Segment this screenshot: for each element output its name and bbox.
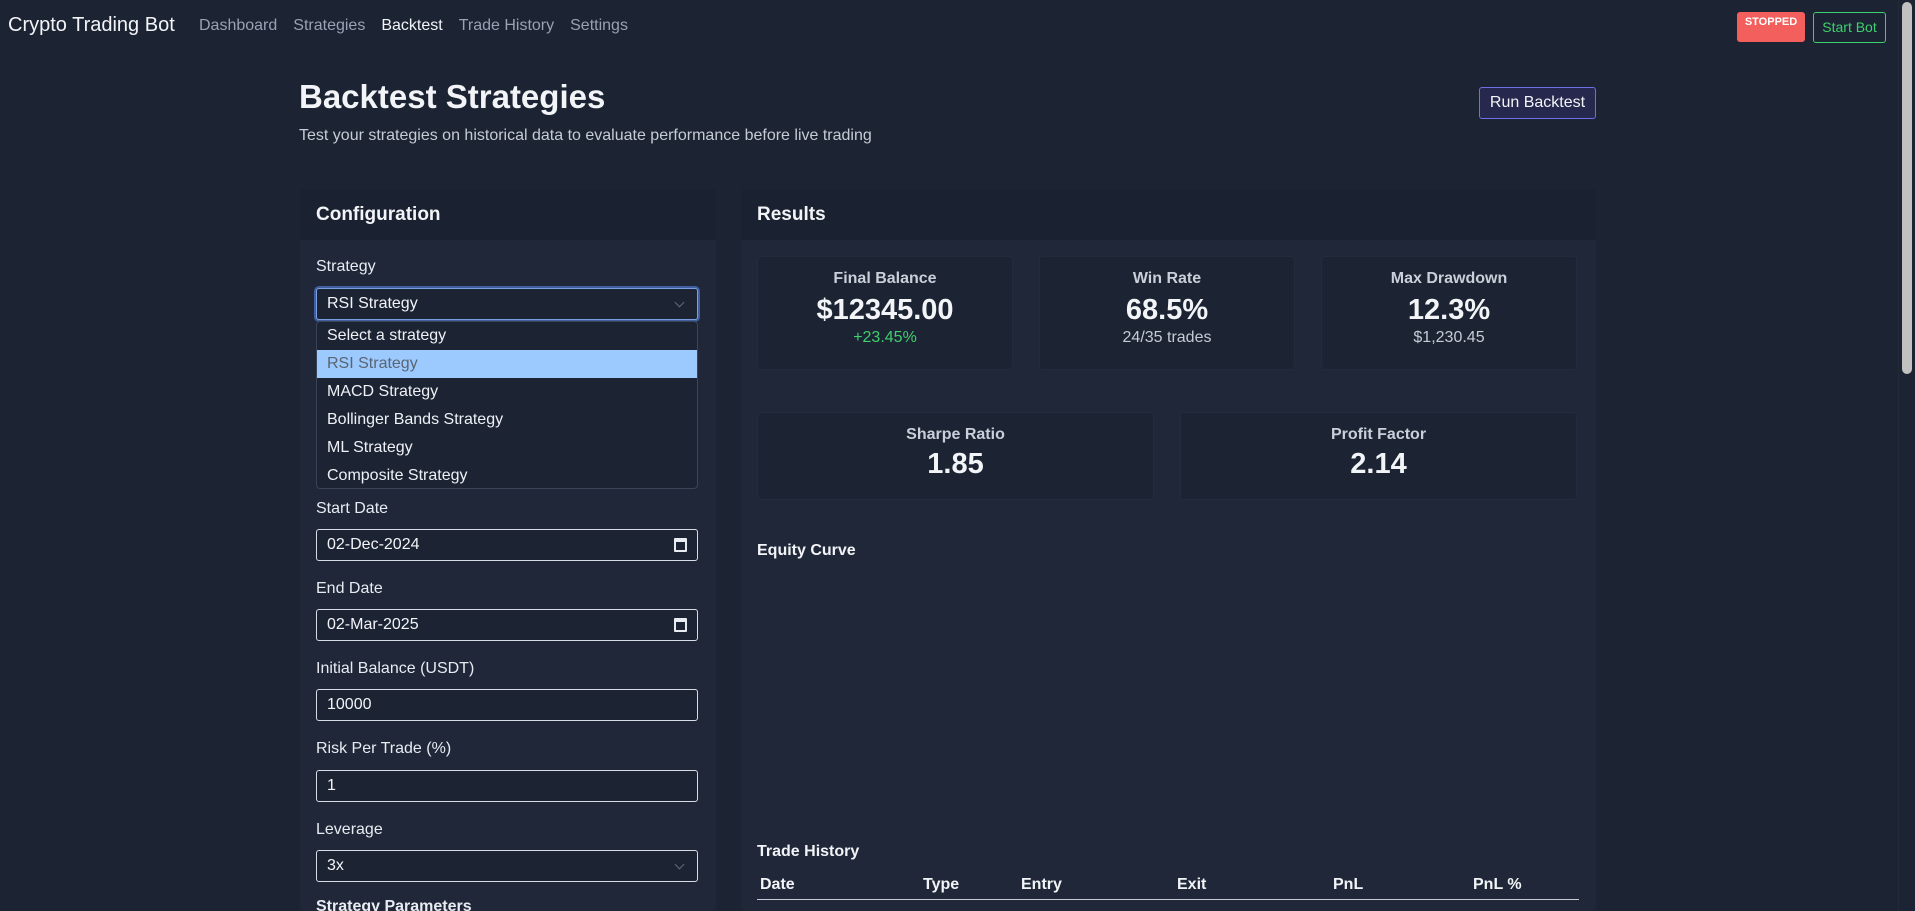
profit-factor-label: Profit Factor	[1330, 426, 1427, 443]
risk-per-trade-value: 1	[327, 777, 336, 794]
strategy-dropdown[interactable]: Select a strategy RSI Strategy MACD Stra…	[316, 321, 698, 489]
calendar-icon[interactable]	[674, 618, 687, 632]
bot-status-badge: STOPPED	[1737, 12, 1805, 42]
win-rate-value: 68.5%	[1125, 294, 1209, 326]
column-pnl-percent: PnL %	[1470, 872, 1579, 900]
initial-balance-label: Initial Balance (USDT)	[316, 660, 475, 677]
leverage-label: Leverage	[316, 821, 383, 838]
scrollbar-thumb[interactable]	[1902, 2, 1912, 374]
nav-links: Dashboard Strategies Backtest Trade Hist…	[199, 17, 644, 35]
leverage-value: 3x	[327, 857, 344, 874]
sharpe-ratio-value: 1.85	[927, 448, 984, 480]
column-pnl: PnL	[1330, 872, 1470, 900]
nav-settings[interactable]: Settings	[570, 17, 628, 35]
column-date: Date	[757, 872, 920, 900]
max-drawdown-value: 12.3%	[1407, 294, 1491, 326]
page-subtitle: Test your strategies on historical data …	[299, 127, 872, 144]
max-drawdown-amount: $1,230.45	[1413, 329, 1485, 346]
top-navbar: Crypto Trading Bot Dashboard Strategies …	[0, 0, 1898, 54]
max-drawdown-label: Max Drawdown	[1390, 270, 1508, 287]
nav-trade-history[interactable]: Trade History	[459, 17, 554, 35]
leverage-select[interactable]: 3x	[316, 850, 698, 882]
end-date-input[interactable]: 02-Mar-2025	[316, 609, 698, 641]
nav-strategies[interactable]: Strategies	[293, 17, 365, 35]
nav-dashboard[interactable]: Dashboard	[199, 17, 277, 35]
start-bot-button[interactable]: Start Bot	[1813, 12, 1886, 43]
column-exit: Exit	[1174, 872, 1330, 900]
sharpe-ratio-label: Sharpe Ratio	[906, 426, 1005, 443]
profit-factor-value: 2.14	[1350, 448, 1407, 480]
configuration-header: Configuration	[300, 189, 716, 240]
final-balance-value: $12345.00	[816, 294, 954, 326]
initial-balance-value: 10000	[327, 696, 372, 713]
start-date-input[interactable]: 02-Dec-2024	[316, 529, 698, 561]
strategy-label: Strategy	[316, 258, 376, 275]
option-ml-strategy[interactable]: ML Strategy	[317, 434, 697, 462]
option-composite-strategy[interactable]: Composite Strategy	[317, 462, 697, 488]
initial-balance-input[interactable]: 10000	[316, 689, 698, 721]
final-balance-label: Final Balance	[833, 270, 937, 287]
option-rsi-strategy[interactable]: RSI Strategy	[317, 350, 697, 378]
results-header: Results	[741, 189, 1596, 240]
nav-backtest[interactable]: Backtest	[381, 17, 442, 35]
run-backtest-button[interactable]: Run Backtest	[1479, 87, 1596, 119]
chevron-down-icon	[674, 297, 685, 308]
strategy-select-value: RSI Strategy	[327, 295, 418, 312]
sharpe-ratio-metric: Sharpe Ratio 1.85	[757, 412, 1154, 500]
column-entry: Entry	[1018, 872, 1174, 900]
start-date-value: 02-Dec-2024	[327, 536, 420, 553]
risk-per-trade-label: Risk Per Trade (%)	[316, 740, 452, 757]
final-balance-metric: Final Balance $12345.00 +23.45%	[757, 256, 1013, 370]
max-drawdown-metric: Max Drawdown 12.3% $1,230.45	[1321, 256, 1577, 370]
page-title: Backtest Strategies	[299, 78, 606, 115]
equity-curve-chart	[757, 570, 1579, 832]
trade-history-title: Trade History	[757, 843, 860, 860]
end-date-value: 02-Mar-2025	[327, 616, 419, 633]
strategy-select[interactable]: RSI Strategy	[316, 288, 698, 320]
calendar-icon[interactable]	[674, 538, 687, 552]
table-header-row: Date Type Entry Exit PnL PnL %	[757, 872, 1579, 900]
strategy-parameters-label: Strategy Parameters	[316, 898, 472, 911]
option-macd-strategy[interactable]: MACD Strategy	[317, 378, 697, 406]
end-date-label: End Date	[316, 580, 383, 597]
option-select-strategy[interactable]: Select a strategy	[317, 322, 697, 350]
risk-per-trade-input[interactable]: 1	[316, 770, 698, 802]
win-rate-label: Win Rate	[1132, 270, 1202, 287]
chevron-down-icon	[674, 859, 685, 870]
column-type: Type	[920, 872, 1018, 900]
page-scrollbar[interactable]	[1898, 0, 1915, 911]
app-brand[interactable]: Crypto Trading Bot	[8, 14, 175, 37]
start-date-label: Start Date	[316, 500, 389, 517]
option-bollinger-strategy[interactable]: Bollinger Bands Strategy	[317, 406, 697, 434]
trade-history-table: Date Type Entry Exit PnL PnL %	[757, 872, 1579, 900]
win-rate-trades: 24/35 trades	[1122, 329, 1212, 346]
win-rate-metric: Win Rate 68.5% 24/35 trades	[1039, 256, 1295, 370]
equity-curve-title: Equity Curve	[757, 542, 856, 559]
final-balance-change: +23.45%	[853, 329, 917, 346]
profit-factor-metric: Profit Factor 2.14	[1180, 412, 1577, 500]
